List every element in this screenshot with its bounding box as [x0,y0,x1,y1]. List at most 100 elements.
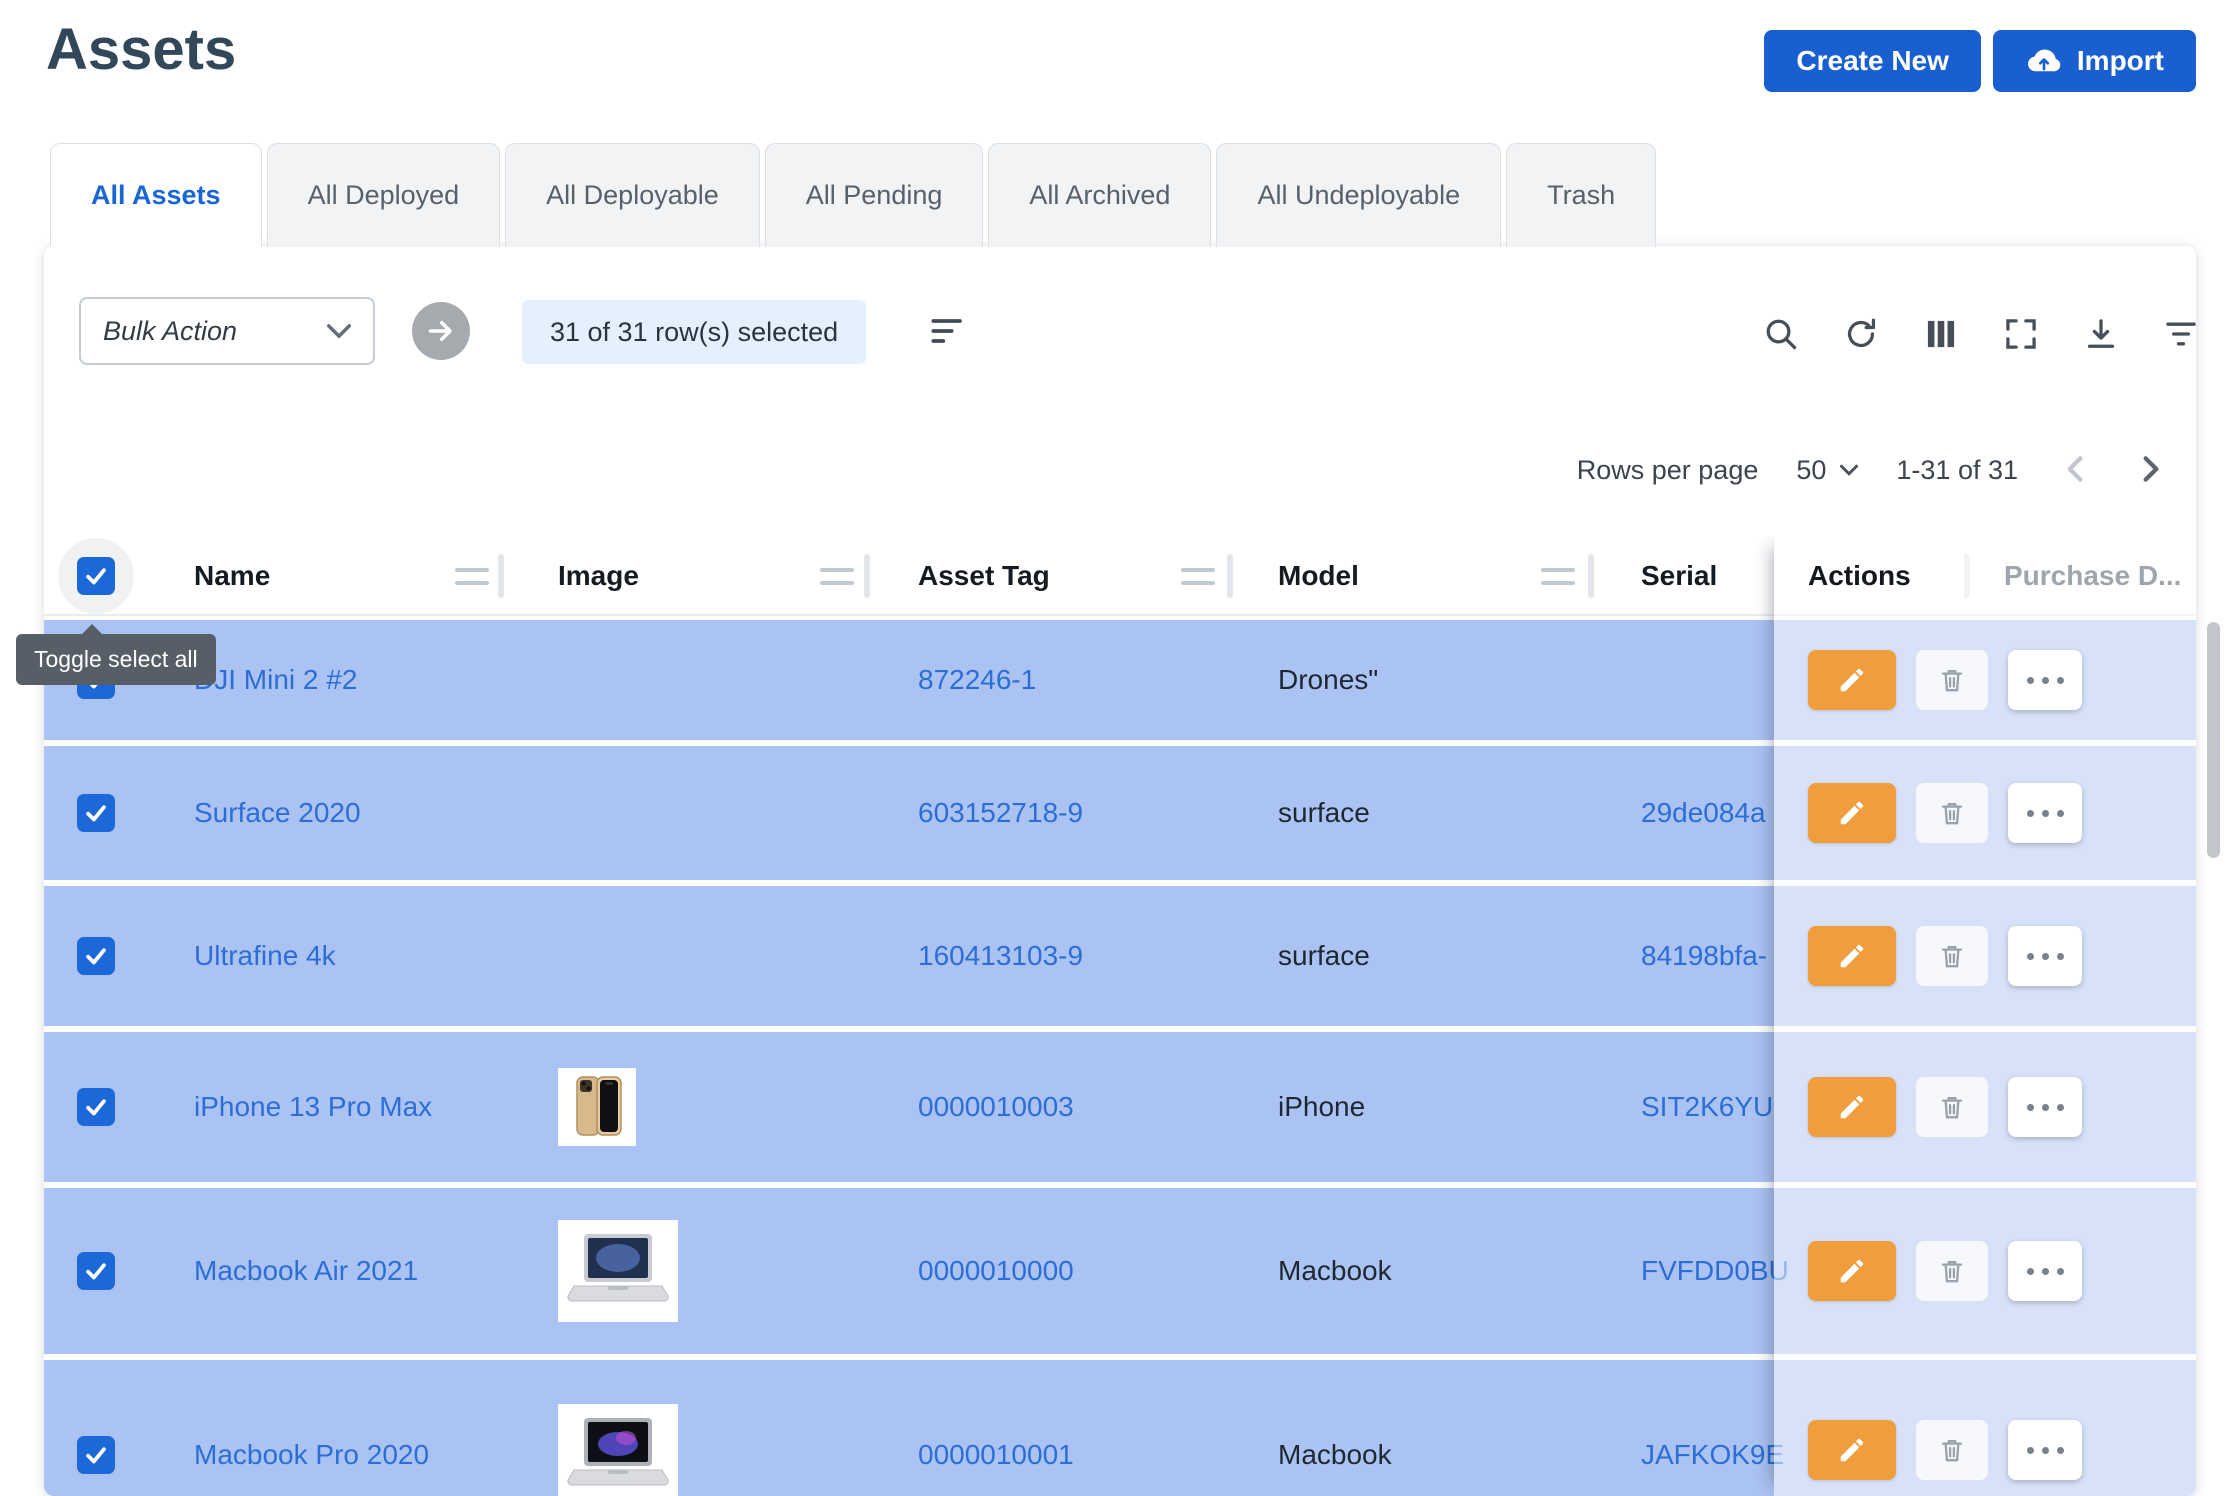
tab-all-deployed[interactable]: All Deployed [267,143,501,247]
more-actions-button[interactable] [2008,1420,2082,1480]
trash-icon [1938,1093,1966,1121]
asset-tag-link[interactable]: 603152718-9 [918,797,1083,829]
column-header-actions[interactable]: Actions [1808,536,1911,616]
row-actions [1808,1077,2082,1137]
row-checkbox[interactable] [77,1436,115,1474]
asset-tag-link[interactable]: 872246-1 [918,664,1036,696]
row-checkbox[interactable] [77,1252,115,1290]
check-icon [83,1258,109,1284]
column-drag-handle[interactable] [820,568,854,594]
column-drag-handle[interactable] [1541,568,1575,594]
column-divider [1227,554,1233,598]
edit-button[interactable] [1808,1420,1896,1480]
asset-image-iphone[interactable] [558,1068,636,1146]
macbook-thumbnail [566,1228,670,1314]
asset-tabs: All Assets All Deployed All Deployable A… [50,143,1656,247]
asset-model: surface [1278,797,1370,829]
asset-serial-link[interactable]: 29de084a [1641,797,1766,829]
more-actions-button[interactable] [2008,783,2082,843]
more-actions-button[interactable] [2008,1077,2082,1137]
header-actions: Create New Import [1764,30,2196,92]
trash-icon [1938,1257,1966,1285]
delete-button[interactable] [1916,1420,1988,1480]
create-new-button[interactable]: Create New [1764,30,1981,92]
tab-trash[interactable]: Trash [1506,143,1656,247]
fullscreen-icon[interactable] [2003,316,2039,352]
column-header-name[interactable]: Name [194,536,270,616]
delete-button[interactable] [1916,926,1988,986]
asset-tag-link[interactable]: 0000010001 [918,1439,1074,1471]
bulk-action-go-button[interactable] [412,302,470,360]
check-icon [83,943,109,969]
asset-name-link[interactable]: Macbook Air 2021 [194,1255,418,1287]
filter-icon[interactable] [2163,316,2196,352]
sort-lines-icon[interactable] [930,316,970,349]
assets-page: Assets Create New Import All Assets All … [0,0,2232,1496]
bulk-action-value: Bulk Action [103,316,237,347]
more-actions-button[interactable] [2008,1241,2082,1301]
row-checkbox[interactable] [77,1088,115,1126]
column-drag-handle[interactable] [1181,568,1215,594]
rows-per-page-select[interactable]: 50 [1796,455,1858,486]
select-all-checkbox[interactable] [77,557,115,595]
edit-button[interactable] [1808,926,1896,986]
edit-button[interactable] [1808,1077,1896,1137]
page-title: Assets [46,16,236,83]
cloud-upload-icon [2025,46,2063,76]
more-actions-button[interactable] [2008,926,2082,986]
check-icon [83,563,109,589]
asset-serial-link[interactable]: FVFDD0BU [1641,1255,1789,1287]
columns-icon[interactable] [1923,316,1959,352]
pencil-icon [1837,1435,1867,1465]
tab-label: All Pending [806,180,943,211]
delete-button[interactable] [1916,650,1988,710]
asset-image-macbook-air[interactable] [558,1220,678,1322]
row-actions [1808,650,2082,710]
asset-image-macbook-pro[interactable] [558,1404,678,1496]
delete-button[interactable] [1916,1241,1988,1301]
asset-tag-link[interactable]: 160413103-9 [918,940,1083,972]
pencil-icon [1837,1092,1867,1122]
edit-button[interactable] [1808,783,1896,843]
pencil-icon [1837,665,1867,695]
column-header-model[interactable]: Model [1278,536,1359,616]
asset-serial-link[interactable]: 84198bfa- [1641,940,1767,972]
asset-serial-link[interactable]: SIT2K6YU [1641,1091,1773,1123]
row-checkbox[interactable] [77,794,115,832]
import-button[interactable]: Import [1993,30,2196,92]
asset-tag-link[interactable]: 0000010003 [918,1091,1074,1123]
column-drag-handle[interactable] [455,568,489,594]
previous-page-icon[interactable] [2056,453,2094,488]
asset-name-link[interactable]: Ultrafine 4k [194,940,336,972]
column-header-image[interactable]: Image [558,536,639,616]
tab-all-assets[interactable]: All Assets [50,143,262,247]
column-header-serial[interactable]: Serial [1641,536,1717,616]
vertical-scrollbar-thumb[interactable] [2207,622,2220,858]
delete-button[interactable] [1916,1077,1988,1137]
asset-serial-link[interactable]: JAFKOK9E [1641,1439,1784,1471]
asset-name-link[interactable]: Surface 2020 [194,797,361,829]
more-actions-button[interactable] [2008,650,2082,710]
search-icon[interactable] [1763,316,1799,352]
tab-all-deployable[interactable]: All Deployable [505,143,760,247]
delete-button[interactable] [1916,783,1988,843]
table-toolbar-icons [1763,316,2196,352]
download-icon[interactable] [2083,316,2119,352]
next-page-icon[interactable] [2132,453,2170,488]
asset-name-link[interactable]: iPhone 13 Pro Max [194,1091,432,1123]
tab-all-archived[interactable]: All Archived [988,143,1211,247]
column-header-asset-tag[interactable]: Asset Tag [918,536,1050,616]
row-checkbox[interactable] [77,937,115,975]
asset-name-link[interactable]: Macbook Pro 2020 [194,1439,429,1471]
bulk-action-select[interactable]: Bulk Action [79,297,375,365]
asset-tag-link[interactable]: 0000010000 [918,1255,1074,1287]
assets-table: Name Image Asset Tag Model Serial Purcha… [44,536,2196,1496]
tab-all-pending[interactable]: All Pending [765,143,984,247]
edit-button[interactable] [1808,1241,1896,1301]
trash-icon [1938,666,1966,694]
edit-button[interactable] [1808,650,1896,710]
pencil-icon [1837,798,1867,828]
asset-name-link[interactable]: DJI Mini 2 #2 [194,664,357,696]
tab-all-undeployable[interactable]: All Undeployable [1216,143,1501,247]
refresh-icon[interactable] [1843,316,1879,352]
